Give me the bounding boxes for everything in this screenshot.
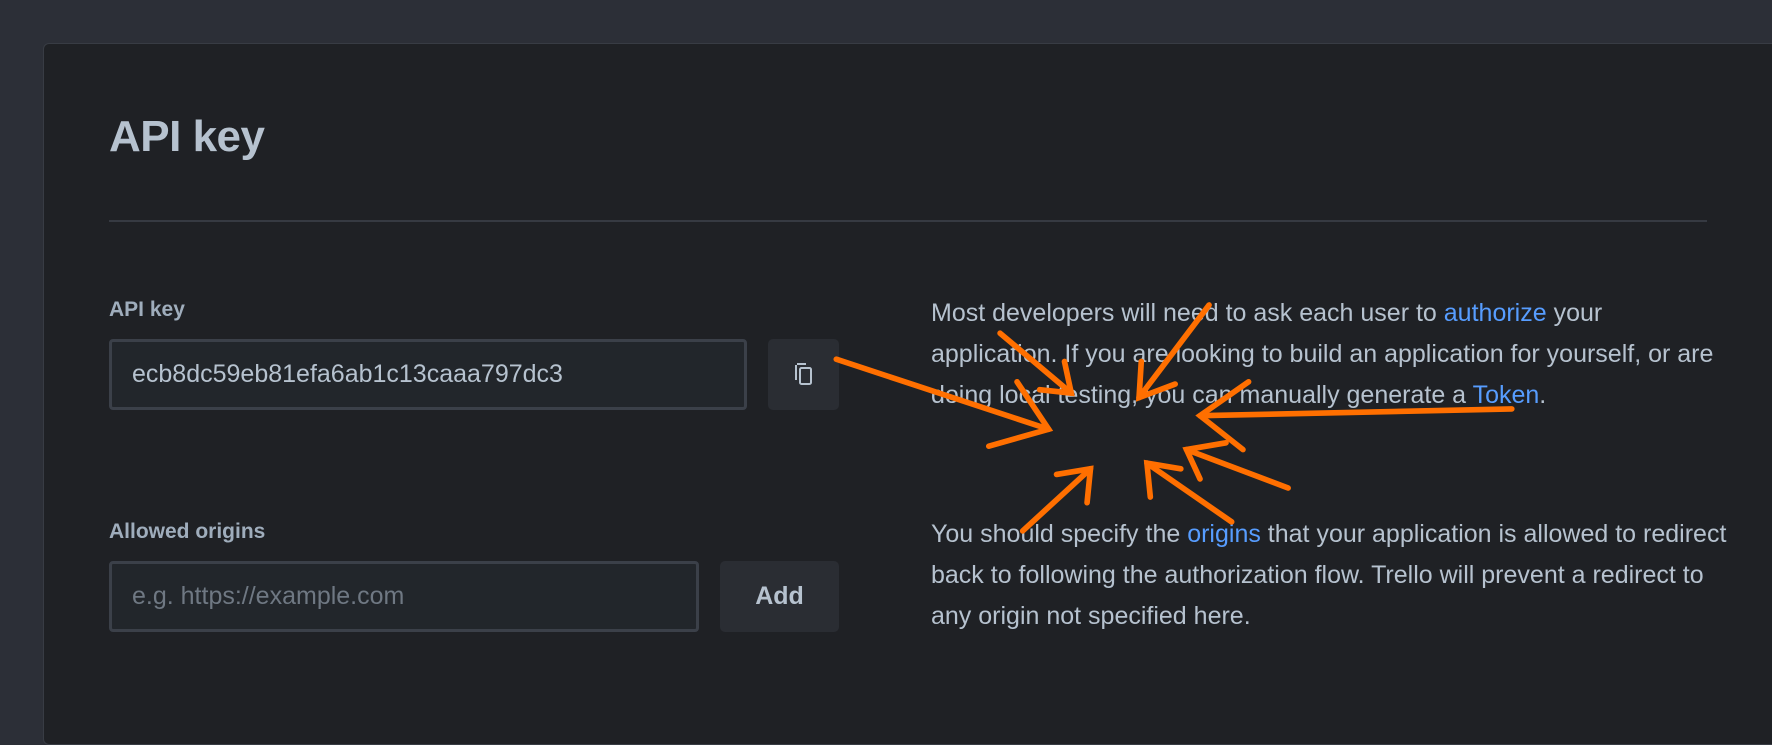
origin-input[interactable] bbox=[109, 561, 699, 632]
api-key-label: API key bbox=[109, 298, 185, 321]
copy-icon bbox=[794, 362, 812, 385]
allowed-origins-label: Allowed origins bbox=[109, 520, 266, 543]
token-link[interactable]: Token bbox=[1473, 381, 1540, 409]
help-paragraph-origins: You should specify the origins that your… bbox=[931, 514, 1731, 637]
help-text: You should specify the bbox=[931, 520, 1188, 548]
add-origin-button[interactable]: Add bbox=[720, 561, 839, 632]
help-paragraph-token: Most developers will need to ask each us… bbox=[931, 293, 1731, 416]
copy-button[interactable] bbox=[768, 339, 839, 410]
origins-link[interactable]: origins bbox=[1187, 520, 1261, 548]
divider bbox=[109, 220, 1707, 222]
api-key-input[interactable] bbox=[109, 339, 747, 410]
help-text: . bbox=[1539, 381, 1547, 409]
page-title: API key bbox=[109, 112, 265, 161]
authorize-link[interactable]: authorize bbox=[1444, 299, 1547, 327]
help-text: Most developers will need to ask each us… bbox=[931, 299, 1444, 327]
